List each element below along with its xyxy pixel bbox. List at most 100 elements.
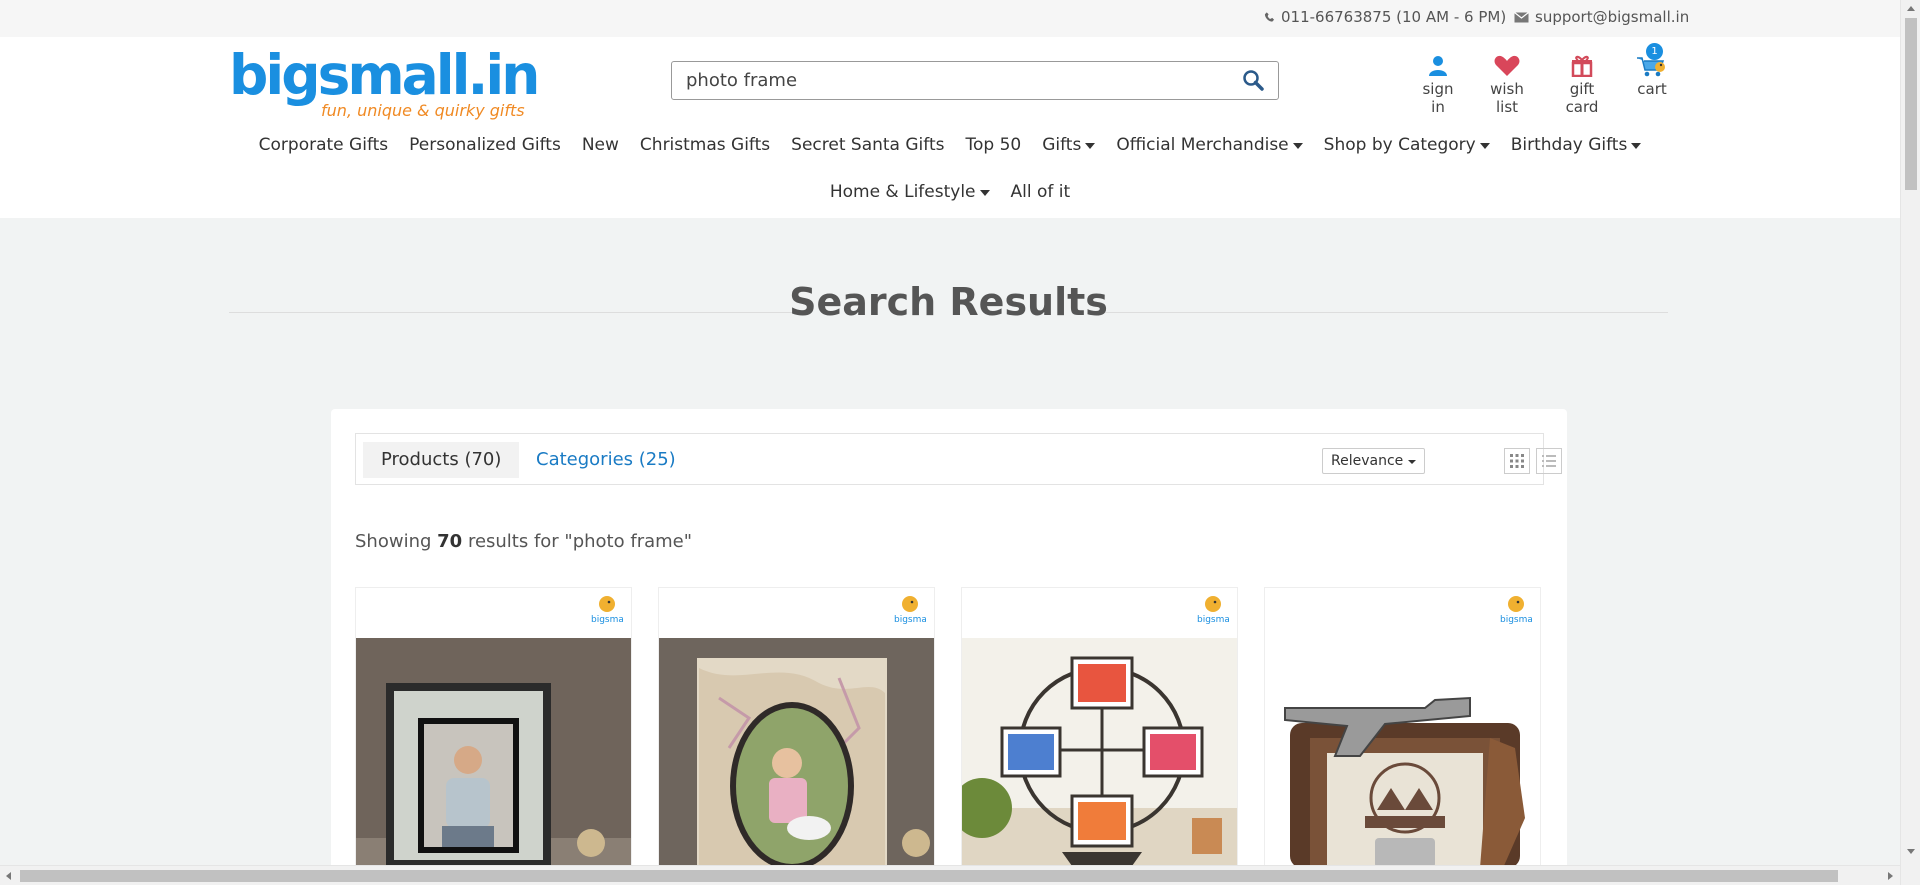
nav-label: All of it — [1010, 182, 1071, 202]
product-image[interactable] — [659, 638, 934, 868]
site-logo[interactable]: bigsmall.in fun, unique & quirky gifts — [229, 43, 540, 125]
envelope-icon — [1514, 11, 1529, 22]
logo-wordmark: bigsmall.in — [229, 43, 540, 107]
product-image[interactable] — [1265, 638, 1540, 868]
svg-text:bigsmall: bigsmall — [591, 615, 623, 625]
results-summary: Showing 70 results for "photo frame" — [355, 531, 692, 552]
nav-personalized-gifts[interactable]: Personalized Gifts — [409, 135, 561, 155]
list-view-button[interactable] — [1536, 448, 1562, 474]
cart-label: cart — [1637, 80, 1667, 98]
gift-card-link[interactable]: gift card — [1552, 52, 1612, 116]
sign-in-link[interactable]: sign in — [1414, 52, 1462, 116]
summary-query: results for "photo frame" — [467, 531, 693, 552]
product-image[interactable] — [962, 638, 1237, 868]
photo-frame-image — [356, 638, 631, 868]
summary-prefix: Showing — [355, 531, 432, 552]
caret-down-icon — [1292, 143, 1303, 149]
sort-value: Relevance — [1331, 453, 1404, 469]
nav-shop-by-category[interactable]: Shop by Category — [1324, 135, 1490, 155]
top-bar: 011-66763875 (10 AM - 6 PM) support@bigs… — [0, 0, 1900, 37]
product-card[interactable]: bigsmall — [961, 587, 1238, 885]
tab-categories[interactable]: Categories (25) — [518, 442, 694, 478]
vertical-scroll-thumb[interactable] — [1905, 18, 1917, 190]
cart-link[interactable]: 1 cart — [1632, 43, 1672, 98]
results-toolbar: Products (70) Categories (25) Relevance — [355, 433, 1562, 485]
user-icon — [1429, 56, 1447, 76]
product-image[interactable] — [356, 638, 631, 868]
caret-down-icon — [1085, 143, 1096, 149]
nav-label: Home & Lifestyle — [829, 182, 976, 202]
caret-down-icon — [979, 190, 990, 196]
scroll-down-icon[interactable] — [1907, 849, 1915, 854]
nav-label: Top 50 — [965, 135, 1022, 155]
brand-watermark-icon: bigsmall — [892, 594, 932, 626]
product-card[interactable]: bigsmall — [658, 587, 935, 885]
results-panel: Products (70) Categories (25) Relevance … — [331, 409, 1567, 885]
wish-list-label: wish list — [1490, 80, 1524, 116]
email-contact: support@bigsmall.in — [1514, 8, 1689, 26]
nav-label: Corporate Gifts — [258, 135, 389, 155]
main-nav-row-1: Corporate Gifts Personalized Gifts New C… — [0, 135, 1900, 155]
email-address[interactable]: support@bigsmall.in — [1535, 8, 1689, 26]
scroll-up-icon[interactable] — [1907, 6, 1915, 11]
gift-icon — [1571, 55, 1593, 77]
nav-label: Personalized Gifts — [409, 135, 561, 155]
main-nav-row-2: Home & Lifestyle All of it — [0, 182, 1900, 202]
vertical-scrollbar[interactable] — [1900, 0, 1920, 885]
logo-tagline: fun, unique & quirky gifts — [321, 101, 525, 120]
cart-count-badge: 1 — [1646, 43, 1663, 60]
grid-icon — [1510, 454, 1524, 468]
photo-frame-image — [962, 638, 1237, 868]
sort-dropdown[interactable]: Relevance — [1322, 448, 1426, 474]
nav-label: New — [581, 135, 619, 155]
nav-official-merchandise[interactable]: Official Merchandise — [1116, 135, 1303, 155]
list-icon — [1542, 455, 1556, 467]
phone-contact: 011-66763875 (10 AM - 6 PM) — [1264, 8, 1506, 26]
nav-home-lifestyle[interactable]: Home & Lifestyle — [830, 182, 990, 202]
site-header: bigsmall.in fun, unique & quirky gifts s… — [0, 37, 1900, 218]
nav-label: Birthday Gifts — [1510, 135, 1628, 155]
nav-christmas-gifts[interactable]: Christmas Gifts — [640, 135, 770, 155]
heart-icon — [1494, 55, 1520, 76]
phone-icon — [1264, 12, 1275, 22]
summary-count: 70 — [437, 531, 463, 552]
nav-label: Gifts — [1042, 135, 1082, 155]
photo-frame-image — [659, 638, 934, 868]
page-title-section: Search Results — [229, 278, 1668, 328]
brand-watermark-icon: bigsmall — [589, 594, 629, 626]
nav-secret-santa-gifts[interactable]: Secret Santa Gifts — [791, 135, 944, 155]
caret-down-icon — [1631, 143, 1642, 149]
svg-text:bigsmall: bigsmall — [894, 615, 926, 625]
brand-watermark-icon: bigsmall — [1195, 594, 1235, 626]
product-card[interactable]: bigsmall — [1264, 587, 1541, 885]
caret-down-icon — [1408, 460, 1417, 464]
nav-gifts[interactable]: Gifts — [1042, 135, 1096, 155]
scroll-right-icon[interactable] — [1888, 872, 1893, 880]
nav-label: Secret Santa Gifts — [791, 135, 945, 155]
product-card[interactable]: bigsmall — [355, 587, 632, 885]
svg-text:bigsmall: bigsmall — [1500, 615, 1532, 625]
search-box — [671, 61, 1279, 100]
nav-birthday-gifts[interactable]: Birthday Gifts — [1511, 135, 1642, 155]
horizontal-scrollbar[interactable] — [0, 865, 1900, 885]
nav-all-of-it[interactable]: All of it — [1011, 182, 1071, 202]
grid-view-button[interactable] — [1504, 448, 1530, 474]
horizontal-scroll-thumb[interactable] — [20, 870, 1838, 882]
page-title: Search Results — [789, 280, 1108, 324]
caret-down-icon — [1479, 143, 1490, 149]
nav-top-50[interactable]: Top 50 — [965, 135, 1021, 155]
search-icon — [1243, 70, 1264, 91]
nav-label: Christmas Gifts — [639, 135, 771, 155]
sign-in-label: sign in — [1422, 80, 1454, 116]
tab-products[interactable]: Products (70) — [363, 442, 520, 478]
search-input[interactable] — [672, 62, 1212, 99]
phone-number[interactable]: 011-66763875 (10 AM - 6 PM) — [1281, 8, 1506, 26]
nav-label: Shop by Category — [1323, 135, 1476, 155]
scroll-left-icon[interactable] — [6, 872, 11, 880]
nav-label: Official Merchandise — [1116, 135, 1289, 155]
search-button[interactable] — [1242, 69, 1266, 93]
nav-corporate-gifts[interactable]: Corporate Gifts — [259, 135, 389, 155]
wish-list-link[interactable]: wish list — [1478, 52, 1536, 116]
photo-frame-image — [1265, 638, 1540, 868]
nav-new[interactable]: New — [582, 135, 619, 155]
